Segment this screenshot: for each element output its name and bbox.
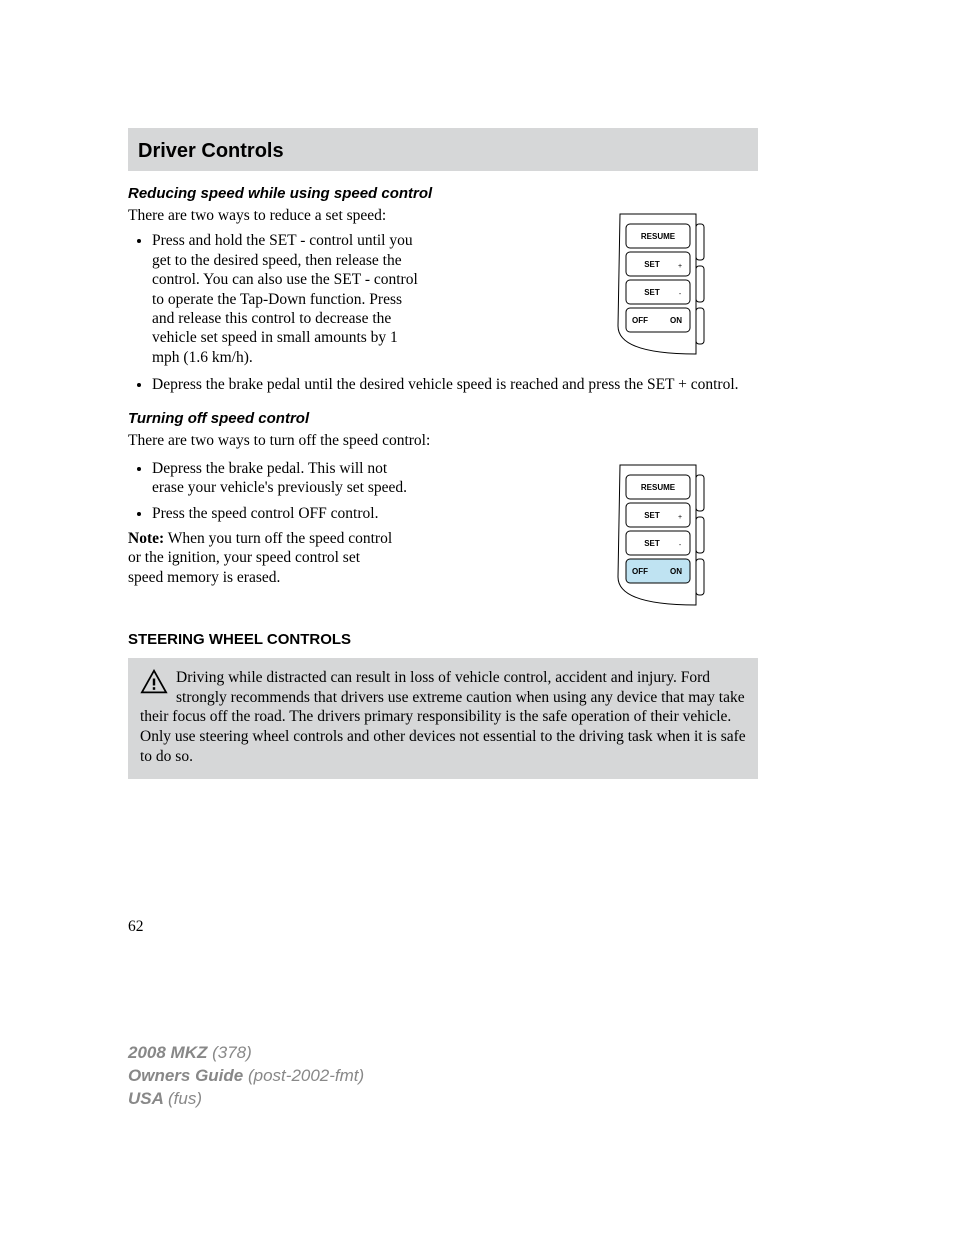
btn-off-label: OFF bbox=[632, 316, 648, 325]
btn-resume-label: RESUME bbox=[641, 232, 676, 241]
speed-control-diagram-2: RESUME SET + SET - OFF ON bbox=[568, 457, 758, 607]
subheading-turning-off: Turning off speed control bbox=[128, 410, 758, 427]
section-heading-steering: STEERING WHEEL CONTROLS bbox=[128, 631, 758, 648]
bullet-off-control: Press the speed control OFF control. bbox=[152, 504, 422, 523]
minus-sign-2: - bbox=[679, 542, 682, 549]
btn-on-label: ON bbox=[670, 316, 682, 325]
bullet-set-minus: Press and hold the SET - control until y… bbox=[152, 231, 422, 367]
footer: 2008 MKZ (378) Owners Guide (post-2002-f… bbox=[128, 1042, 364, 1111]
btn-set-plus-label-2: SET bbox=[644, 511, 660, 520]
section-header: Driver Controls bbox=[128, 128, 758, 171]
btn-off-label-2: OFF bbox=[632, 567, 648, 576]
warning-box: Driving while distracted can result in l… bbox=[128, 658, 758, 779]
bullet-brake-pedal: Depress the brake pedal. This will not e… bbox=[152, 459, 422, 498]
minus-sign: - bbox=[679, 291, 682, 298]
subheading-reducing-speed: Reducing speed while using speed control bbox=[128, 185, 758, 202]
footer-region: USA bbox=[128, 1089, 168, 1108]
btn-set-minus-label-2: SET bbox=[644, 539, 660, 548]
btn-resume-label-2: RESUME bbox=[641, 483, 676, 492]
btn-set-minus-label: SET bbox=[644, 288, 660, 297]
footer-region-code: (fus) bbox=[168, 1089, 202, 1108]
warning-text: Driving while distracted can result in l… bbox=[140, 669, 746, 765]
note-label: Note: bbox=[128, 530, 164, 547]
intro-text-2: There are two ways to turn off the speed… bbox=[128, 431, 758, 450]
bullet-brake-set-plus: Depress the brake pedal until the desire… bbox=[152, 375, 758, 394]
warning-icon bbox=[140, 669, 168, 695]
plus-sign: + bbox=[678, 263, 682, 270]
intro-text: There are two ways to reduce a set speed… bbox=[128, 206, 398, 225]
section-title: Driver Controls bbox=[138, 140, 748, 163]
note-text: When you turn off the speed control or t… bbox=[128, 530, 392, 586]
footer-model: 2008 MKZ bbox=[128, 1043, 212, 1062]
page-number: 62 bbox=[128, 918, 144, 936]
footer-fmt: (post-2002-fmt) bbox=[248, 1066, 364, 1085]
btn-on-label-2: ON bbox=[670, 567, 682, 576]
footer-code: (378) bbox=[212, 1043, 252, 1062]
note-paragraph: Note: When you turn off the speed contro… bbox=[128, 529, 398, 587]
footer-guide: Owners Guide bbox=[128, 1066, 248, 1085]
speed-control-diagram-1: RESUME SET + SET - OFF ON bbox=[568, 206, 758, 356]
plus-sign-2: + bbox=[678, 514, 682, 521]
btn-set-plus-label: SET bbox=[644, 260, 660, 269]
